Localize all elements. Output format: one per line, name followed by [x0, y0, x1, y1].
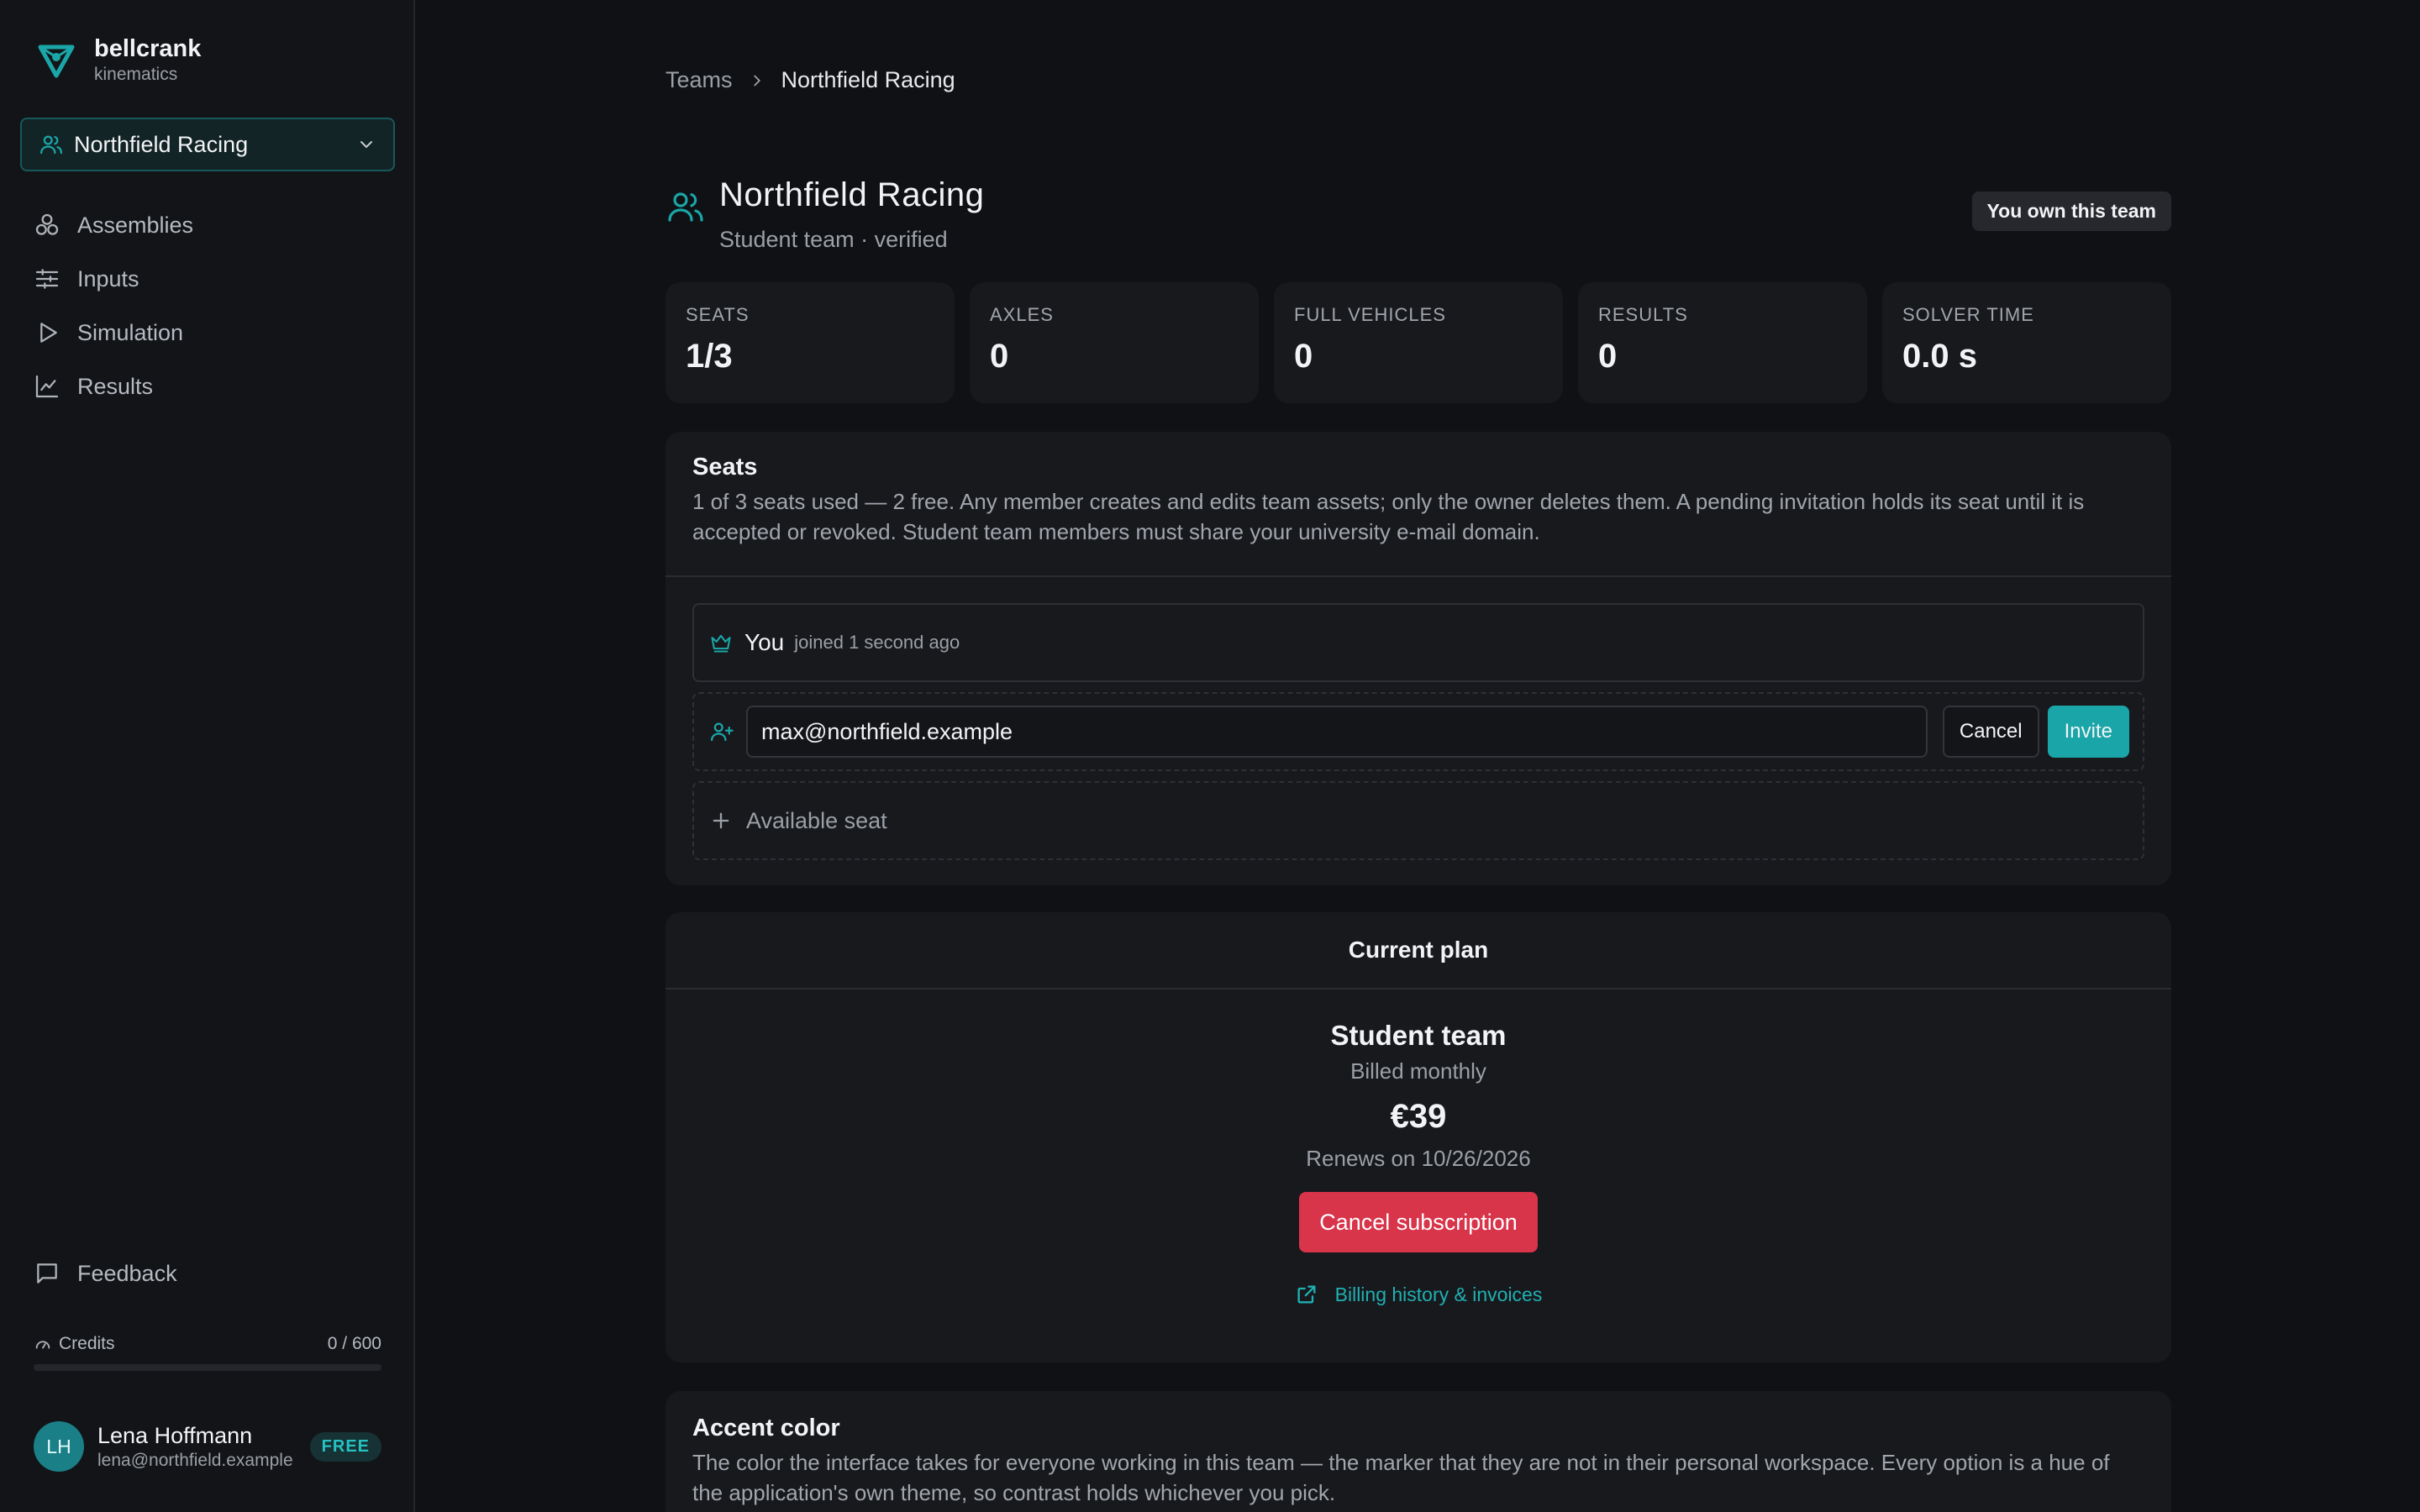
billing-history-label: Billing history & invoices: [1334, 1283, 1543, 1305]
accent-description: The color the interface takes for everyo…: [692, 1450, 2110, 1505]
plan-name: Student team: [1330, 1020, 1507, 1051]
sidebar-item-inputs[interactable]: Inputs: [20, 252, 395, 306]
available-seat-label: Available seat: [746, 807, 887, 833]
cancel-invite-button[interactable]: Cancel: [1942, 706, 2039, 758]
credits-value: 0 / 600: [327, 1334, 381, 1353]
stat-value: 0: [1294, 338, 1313, 375]
credits-meter: Credits 0 / 600: [34, 1334, 381, 1371]
page-title: Northfield Racing: [719, 176, 985, 213]
team-header: Northfield Racing Student team · verifie…: [666, 175, 2171, 259]
sidebar-item-label: Results: [77, 373, 154, 399]
current-plan-card: Current plan Student team Billed monthly…: [666, 912, 2171, 1362]
message-square-icon: [34, 1260, 60, 1287]
stat-card-full-vehicles: FULL VEHICLES 0: [1274, 282, 1563, 403]
users-icon: [666, 186, 706, 227]
stat-value: 0: [990, 338, 1009, 375]
stat-value: 1/3: [686, 338, 733, 375]
sidebar-item-simulation[interactable]: Simulation: [20, 306, 395, 360]
seat-owner-row: You joined 1 second ago: [692, 603, 2144, 682]
owner-badge: You own this team: [1971, 192, 2171, 231]
user-plus-icon: [709, 719, 734, 744]
breadcrumb: Teams Northfield Racing: [666, 67, 955, 93]
sidebar-item-label: Assemblies: [77, 212, 194, 238]
play-icon: [34, 319, 60, 346]
sidebar-item-results[interactable]: Results: [20, 360, 395, 413]
stat-card-seats: SEATS 1/3: [666, 282, 955, 403]
feedback-button[interactable]: Feedback: [20, 1247, 395, 1300]
plus-icon: [709, 809, 733, 832]
stat-label: RESULTS: [1598, 304, 1688, 325]
sidebar-item-label: Simulation: [77, 319, 184, 345]
credits-bar: [34, 1364, 381, 1371]
bellcrank-logo-icon: [37, 40, 76, 79]
invite-email-input[interactable]: [746, 706, 1928, 758]
seats-description: 1 of 3 seats used — 2 free. Any member c…: [692, 489, 2085, 544]
seat-invite-row: Cancel Invite: [692, 692, 2144, 771]
seat-available-row[interactable]: Available seat: [692, 781, 2144, 860]
users-icon: [39, 132, 64, 157]
stat-value: 0.0 s: [1902, 338, 1977, 375]
brand-subtitle: kinematics: [94, 65, 178, 84]
seats-title: Seats: [692, 454, 758, 480]
external-link-icon: [1295, 1283, 1318, 1306]
chevron-right-icon: [748, 71, 766, 90]
seat-owner-name: You: [744, 629, 785, 655]
invite-button[interactable]: Invite: [2047, 706, 2129, 758]
plan-billing: Billed monthly: [1350, 1058, 1486, 1084]
assemblies-icon: [34, 212, 60, 239]
stat-value: 0: [1598, 338, 1618, 375]
plan-price: €39: [1390, 1098, 1447, 1135]
breadcrumb-teams-link[interactable]: Teams: [666, 67, 733, 93]
stat-label: AXLES: [990, 304, 1054, 325]
crown-icon: [709, 631, 733, 654]
sidebar: bellcrank kinematics Northfield Racing A…: [0, 0, 415, 1512]
feedback-label: Feedback: [77, 1260, 177, 1286]
plan-badge: FREE: [309, 1431, 381, 1462]
page: bellcrank kinematics Northfield Racing A…: [0, 0, 2420, 1512]
stat-label: SOLVER TIME: [1902, 304, 2034, 325]
brand[interactable]: bellcrank kinematics: [37, 34, 201, 86]
accent-color-card: Accent color The color the interface tak…: [666, 1391, 2171, 1512]
team-subtitle: Student team · verified: [719, 227, 948, 252]
stat-card-solver-time: SOLVER TIME 0.0 s: [1882, 282, 2171, 403]
user-name: Lena Hoffmann: [97, 1423, 253, 1448]
credits-label: Credits: [59, 1334, 115, 1353]
user-email: lena@northfield.example: [97, 1451, 293, 1470]
seats-card: Seats 1 of 3 seats used — 2 free. Any me…: [666, 432, 2171, 885]
team-selector-label: Northfield Racing: [74, 131, 249, 157]
sidebar-item-label: Inputs: [77, 265, 139, 291]
user-profile[interactable]: LH Lena Hoffmann lena@northfield.example…: [34, 1421, 381, 1472]
sliders-icon: [34, 265, 60, 292]
billing-history-link[interactable]: Billing history & invoices: [1295, 1283, 1543, 1306]
stats-row: SEATS 1/3 AXLES 0 FULL VEHICLES 0 RESULT…: [666, 282, 2171, 403]
seat-owner-joined: joined 1 second ago: [794, 632, 960, 653]
plan-renews: Renews on 10/26/2026: [1306, 1146, 1531, 1171]
breadcrumb-current: Northfield Racing: [781, 67, 955, 92]
stat-label: FULL VEHICLES: [1294, 304, 1446, 325]
stat-card-results: RESULTS 0: [1578, 282, 1867, 403]
accent-title: Accent color: [692, 1415, 840, 1441]
avatar: LH: [34, 1421, 84, 1472]
stat-card-axles: AXLES 0: [970, 282, 1259, 403]
team-selector[interactable]: Northfield Racing: [20, 118, 395, 171]
chevron-down-icon: [356, 134, 376, 155]
plan-header: Current plan: [1348, 937, 1489, 963]
gauge-icon: [34, 1335, 52, 1353]
stat-label: SEATS: [686, 304, 750, 325]
chart-icon: [34, 373, 60, 400]
cancel-subscription-button[interactable]: Cancel subscription: [1299, 1192, 1538, 1252]
sidebar-nav: Assemblies Inputs Simulation Results: [20, 198, 395, 413]
sidebar-item-assemblies[interactable]: Assemblies: [20, 198, 395, 252]
brand-name: bellcrank: [94, 35, 202, 62]
